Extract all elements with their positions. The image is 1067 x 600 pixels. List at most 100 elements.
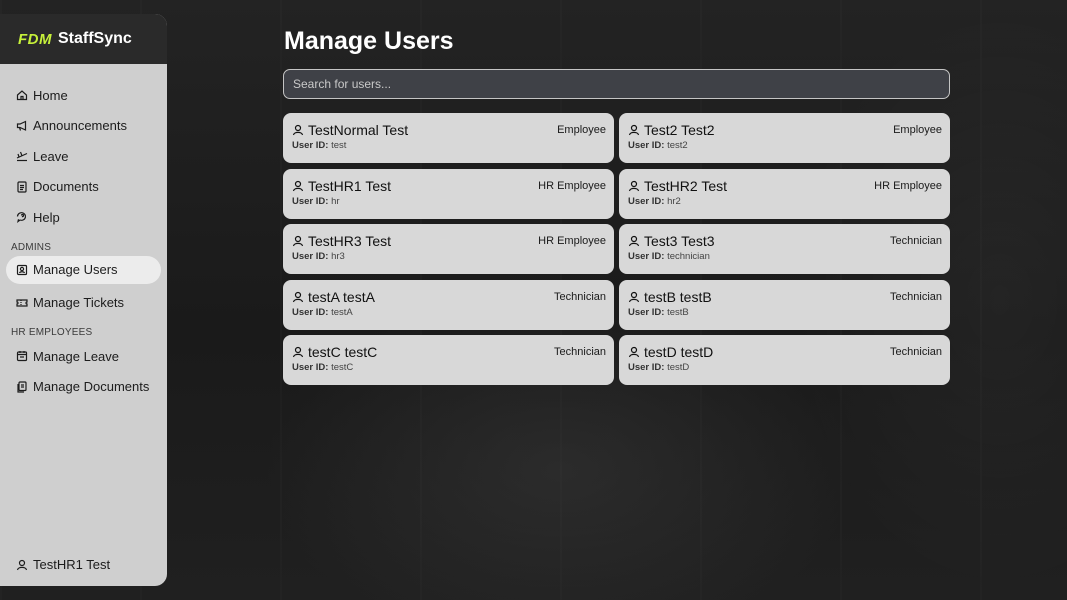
user-name-text: TestHR3 Test: [308, 233, 391, 249]
help-icon: [16, 211, 28, 224]
user-name-text: Test3 Test3: [644, 233, 715, 249]
user-role: HR Employee: [538, 235, 606, 247]
user-card[interactable]: TestHR1 Test HR Employee User ID: hr: [283, 168, 614, 219]
user-icon: [628, 124, 640, 136]
sidebar-item-label: Manage Users: [33, 262, 118, 277]
document-icon: [16, 181, 28, 193]
sidebar-item-manage-leave[interactable]: Manage Leave: [0, 341, 167, 372]
sidebar-item-leave[interactable]: Leave: [0, 141, 167, 172]
sidebar-item-documents[interactable]: Documents: [0, 172, 167, 203]
user-id-label: User ID:: [628, 195, 665, 207]
user-icon: [628, 291, 640, 303]
user-card[interactable]: Test2 Test2 Employee User ID: test2: [619, 113, 950, 163]
user-id-label: User ID:: [628, 306, 665, 318]
user-id: User ID: test2: [628, 140, 942, 151]
user-name-text: Test2 Test2: [644, 122, 715, 138]
sidebar-item-manage-tickets[interactable]: Manage Tickets: [0, 288, 167, 319]
user-id: User ID: hr2: [628, 196, 942, 207]
sidebar-item-label: Manage Tickets: [33, 295, 125, 311]
fdm-logo: FDM: [18, 30, 52, 48]
user-id: User ID: test: [292, 140, 606, 151]
search-input[interactable]: [283, 69, 950, 99]
user-role: HR Employee: [538, 179, 606, 192]
user-card[interactable]: Test3 Test3 Technician User ID: technician: [619, 224, 950, 274]
user-id: User ID: hr: [292, 196, 606, 207]
home-icon: [16, 89, 28, 101]
user-icon: [292, 124, 304, 136]
user-icon: [292, 291, 304, 303]
users-icon: [16, 264, 28, 276]
user-id-label: User ID:: [628, 251, 665, 262]
user-id-value: test2: [667, 140, 688, 151]
user-card[interactable]: testC testC Technician User ID: testC: [283, 335, 614, 385]
user-id-value: testD: [667, 362, 690, 373]
app-name: StaffSync: [58, 30, 132, 47]
megaphone-icon: [16, 120, 28, 132]
user-name-text: testB testB: [644, 288, 712, 305]
current-user[interactable]: TestHR1 Test: [16, 557, 110, 572]
user-id-value: hr2: [667, 195, 681, 207]
user-role: Technician: [554, 346, 606, 358]
user-id-label: User ID:: [292, 306, 329, 318]
plane-icon: [16, 150, 28, 162]
user-role: Technician: [890, 346, 942, 358]
user-id-label: User ID:: [292, 251, 329, 262]
user-id: User ID: technician: [628, 251, 942, 262]
user-grid: TestNormal Test Employee User ID: test Test…: [283, 113, 950, 385]
sidebar-item-manage-documents[interactable]: Manage Documents: [0, 372, 167, 403]
documents-icon: [16, 381, 28, 393]
user-card[interactable]: TestHR3 Test HR Employee User ID: hr3: [283, 224, 614, 274]
sidebar-item-announcements[interactable]: Announcements: [0, 111, 167, 142]
user-role: Employee: [557, 124, 606, 136]
section-label-hr: HR EMPLOYEES: [11, 327, 93, 338]
user-id-value: test: [331, 140, 347, 151]
user-icon: [628, 180, 640, 192]
page-title: Manage Users: [284, 27, 454, 55]
user-id: User ID: hr3: [292, 251, 606, 262]
sidebar-item-label: Manage Documents: [33, 379, 150, 395]
sidebar-item-manage-users[interactable]: Manage Users: [6, 255, 161, 284]
user-role: Technician: [890, 290, 942, 303]
user-id: User ID: testB: [628, 307, 942, 318]
user-icon: [292, 346, 304, 358]
sidebar-item-label: Help: [33, 209, 60, 225]
user-id-value: technician: [667, 251, 710, 262]
user-id-label: User ID:: [628, 140, 665, 151]
user-icon: [292, 180, 304, 192]
sidebar-item-label: Announcements: [33, 118, 127, 134]
current-user-name: TestHR1 Test: [33, 557, 111, 572]
user-role: Employee: [893, 124, 942, 136]
user-icon: [628, 346, 640, 358]
user-name-text: testC testC: [308, 344, 378, 360]
user-role: HR Employee: [874, 179, 942, 192]
user-card[interactable]: TestNormal Test Employee User ID: test: [283, 113, 614, 163]
user-icon: [292, 235, 304, 247]
user-id-label: User ID:: [292, 362, 329, 373]
user-id-label: User ID:: [292, 140, 329, 151]
user-id: User ID: testD: [628, 362, 942, 373]
user-name-text: testA testA: [308, 288, 375, 305]
sidebar-nav: Home Announcements Leave Documents Help …: [0, 64, 167, 402]
user-id-value: hr: [331, 195, 340, 207]
user-id-label: User ID:: [628, 362, 665, 373]
user-card[interactable]: testB testB Technician User ID: testB: [619, 279, 950, 330]
user-id-value: testA: [331, 306, 353, 318]
sidebar-item-home[interactable]: Home: [0, 80, 167, 111]
user-card[interactable]: testA testA Technician User ID: testA: [283, 279, 614, 330]
user-icon: [628, 235, 640, 247]
user-role: Technician: [554, 290, 606, 303]
user-name-text: testD testD: [644, 344, 714, 360]
user-card[interactable]: testD testD Technician User ID: testD: [619, 335, 950, 385]
sidebar-item-label: Leave: [33, 148, 69, 164]
sidebar-item-help[interactable]: Help: [0, 202, 167, 233]
user-role: Technician: [890, 235, 942, 247]
calendar-icon: [16, 350, 28, 362]
user-card[interactable]: TestHR2 Test HR Employee User ID: hr2: [619, 168, 950, 219]
sidebar-item-label: Documents: [33, 179, 99, 195]
user-name-text: TestHR2 Test: [644, 177, 727, 194]
user-id: User ID: testC: [292, 362, 606, 373]
brand-header: FDM StaffSync: [0, 14, 167, 64]
sidebar-item-label: Home: [33, 87, 68, 103]
section-label-admins: ADMINS: [11, 241, 52, 253]
user-icon: [16, 559, 28, 570]
